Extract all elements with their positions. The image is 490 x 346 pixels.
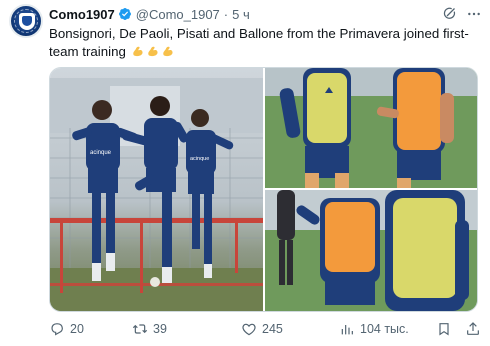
like-count: 245 [262,322,283,336]
bookmark-icon [439,323,449,336]
flexed-biceps-icon [147,46,158,57]
reply-button[interactable]: 20 [49,319,84,339]
action-bar: 20 39 245 104 тыс. [49,319,481,339]
photo-players-back[interactable] [265,190,477,311]
tweet-text: Bonsignori, De Paoli, Pisati and Ballone… [49,25,469,61]
author-name[interactable]: Como1907 [49,7,115,22]
flexed-biceps-icon [132,46,143,57]
like-button[interactable]: 245 [241,319,283,339]
views-icon [341,325,353,335]
retweet-count: 39 [153,322,167,336]
media-grid: acinque acinque [49,67,478,312]
share-button[interactable] [465,319,481,339]
retweet-button[interactable]: 39 [132,319,167,339]
flexed-biceps-icon [162,46,173,57]
views-count: 104 тыс. [360,322,409,336]
sponsor-logo-text: acinque [90,150,112,156]
views-button[interactable]: 104 тыс. [339,319,409,339]
avatar[interactable] [9,4,43,38]
share-icon [467,322,479,335]
sponsor-logo-text-2: acinque [190,156,209,162]
reply-count: 20 [70,322,84,336]
timestamp[interactable]: 5 ч [232,7,250,22]
verified-badge-icon [118,8,131,20]
author-handle[interactable]: @Como_1907 [136,7,220,22]
photo-training-players[interactable]: acinque acinque [50,68,263,311]
tweet-header: Como1907 @Como_1907 · 5 ч [49,6,250,22]
grok-icon[interactable] [442,6,457,21]
tweet-text-content: Bonsignori, De Paoli, Pisati and Ballone… [49,26,469,59]
bookmark-button[interactable] [436,319,452,339]
heart-icon [242,323,256,336]
more-icon[interactable] [466,6,482,22]
photo-bib-players[interactable] [265,68,477,188]
club-crest-inner [22,16,32,26]
reply-icon [51,323,63,336]
separator-dot: · [223,6,229,22]
retweet-icon [132,324,148,334]
tweet[interactable]: Como1907 @Como_1907 · 5 ч Bonsignori, De… [0,0,490,346]
